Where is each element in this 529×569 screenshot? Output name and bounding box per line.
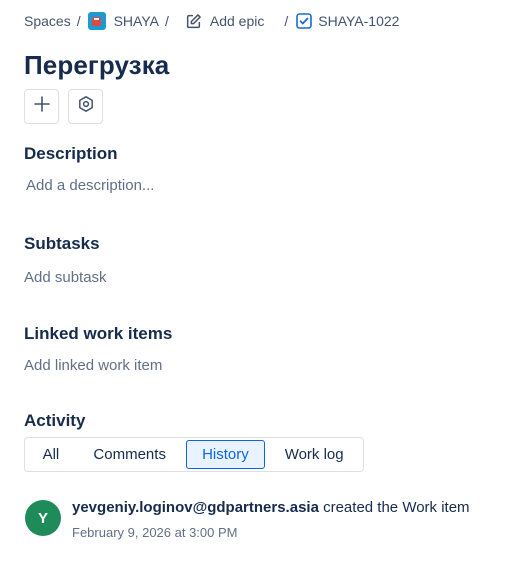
tab-all[interactable]: All (28, 440, 74, 469)
breadcrumb-project-label: SHAYA (113, 13, 159, 29)
add-subtask-button[interactable]: Add subtask (24, 269, 107, 286)
breadcrumb-separator: / (284, 13, 289, 29)
activity-timestamp: February 9, 2026 at 3:00 PM (72, 525, 238, 540)
tab-comments[interactable]: Comments (74, 440, 186, 469)
breadcrumb-separator: / (76, 13, 81, 29)
breadcrumb-issue-key[interactable]: SHAYA-1022 (296, 13, 399, 29)
settings-icon (77, 95, 95, 118)
tab-history[interactable]: History (185, 440, 266, 469)
space-icon (87, 12, 106, 30)
breadcrumb-spaces[interactable]: Spaces (24, 13, 71, 29)
linked-work-items-heading: Linked work items (24, 324, 173, 343)
activity-heading: Activity (24, 411, 86, 430)
activity-entry: yevgeniy.loginov@gdpartners.asia created… (72, 499, 470, 516)
add-epic-label: Add epic (209, 13, 265, 29)
description-field[interactable]: Add a description... (26, 177, 154, 194)
breadcrumb: Spaces / SHAYA / Add epic / SHAYA-1022 (24, 11, 399, 31)
add-button[interactable] (24, 89, 59, 124)
activity-tabs: All Comments History Work log (24, 437, 364, 472)
avatar[interactable]: Y (25, 500, 61, 536)
edit-icon (185, 13, 202, 30)
tab-work-log[interactable]: Work log (265, 440, 363, 469)
add-linked-work-item-button[interactable]: Add linked work item (24, 357, 162, 374)
plus-icon (33, 95, 51, 118)
issue-title[interactable]: Перегрузка (24, 50, 169, 81)
breadcrumb-project[interactable]: SHAYA (87, 12, 159, 30)
issue-actions (24, 89, 103, 124)
description-heading: Description (24, 144, 118, 163)
activity-user[interactable]: yevgeniy.loginov@gdpartners.asia (72, 499, 319, 516)
issue-view: Spaces / SHAYA / Add epic / SHAYA-1022 П… (0, 0, 529, 569)
subtasks-heading: Subtasks (24, 234, 100, 253)
add-epic-button[interactable]: Add epic (185, 13, 264, 30)
breadcrumb-separator: / (164, 13, 169, 29)
activity-action: created the Work item (323, 499, 470, 516)
checkbox-icon (296, 13, 313, 29)
issue-key-label: SHAYA-1022 (318, 13, 400, 29)
apps-button[interactable] (68, 89, 103, 124)
